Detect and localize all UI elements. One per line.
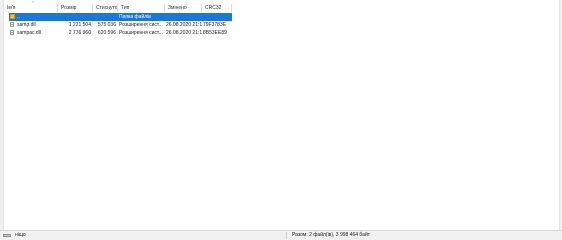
- row-name: sampac.dll: [17, 30, 41, 36]
- column-header-type[interactable]: Тип: [118, 3, 165, 13]
- archive-window: ˄ Ім'я Розмір Стиснуто Тип Змінено CRC32…: [0, 0, 562, 240]
- row-size: 1 221 504: [68, 22, 91, 28]
- column-header-modified-label: Змінено: [168, 5, 187, 11]
- row-size: [58, 13, 91, 21]
- row-modified: 26.08.2020 21:12: [166, 22, 202, 28]
- table-row[interactable]: samp.dll 1 221 504 575 036 Розширення си…: [4, 21, 559, 29]
- column-header-packed-label: Стиснуто: [96, 5, 118, 11]
- status-bar: ніщо Разом: 2 файл(ів), 3 998 464 байт: [0, 230, 562, 240]
- column-header-name-label: Ім'я: [7, 5, 16, 11]
- drive-icon: [3, 234, 11, 237]
- column-header-size-label: Розмір: [61, 5, 77, 11]
- row-size: 2 776 960: [68, 30, 91, 36]
- row-name: samp.dll: [17, 22, 36, 28]
- table-row[interactable]: sampac.dll 2 776 960 620 596 Розширення …: [4, 29, 559, 37]
- dll-file-icon: [10, 22, 14, 27]
- folder-up-icon: [10, 14, 15, 19]
- column-header-row: ˄ Ім'я Розмір Стиснуто Тип Змінено CRC32: [4, 0, 559, 13]
- row-modified: 26.08.2020 21:12: [166, 30, 202, 36]
- column-header-crc[interactable]: CRC32: [202, 3, 232, 13]
- row-type: Розширення сист...: [119, 22, 163, 28]
- column-header-crc-label: CRC32: [205, 5, 222, 11]
- table-row[interactable]: .. Папка файлів: [4, 13, 559, 21]
- dll-file-icon: [10, 30, 14, 35]
- row-type: Папка файлів: [119, 14, 151, 20]
- column-header-type-label: Тип: [121, 5, 130, 11]
- column-header-size[interactable]: Розмір: [58, 3, 93, 13]
- row-crc: 8B53EE89: [203, 30, 227, 36]
- column-header-modified[interactable]: Змінено: [165, 3, 202, 13]
- row-packed: [93, 13, 116, 21]
- row-crc: 79F3783E: [203, 22, 227, 28]
- row-name: ..: [17, 14, 20, 20]
- row-packed: 575 036: [97, 22, 116, 28]
- column-header-name[interactable]: Ім'я: [4, 3, 58, 13]
- status-divider: [286, 232, 287, 239]
- column-header-packed[interactable]: Стиснуто: [93, 3, 118, 13]
- status-total-text: Разом: 2 файл(ів), 3 998 464 байт: [292, 232, 371, 238]
- row-modified: [166, 13, 202, 21]
- status-selection-text: ніщо: [15, 232, 26, 238]
- row-packed: 620 596: [97, 30, 116, 36]
- row-crc: [203, 13, 232, 21]
- file-list: .. Папка файлів samp.dll 1 221 504 575 0…: [4, 13, 559, 37]
- row-type: Розширення сист...: [119, 30, 163, 36]
